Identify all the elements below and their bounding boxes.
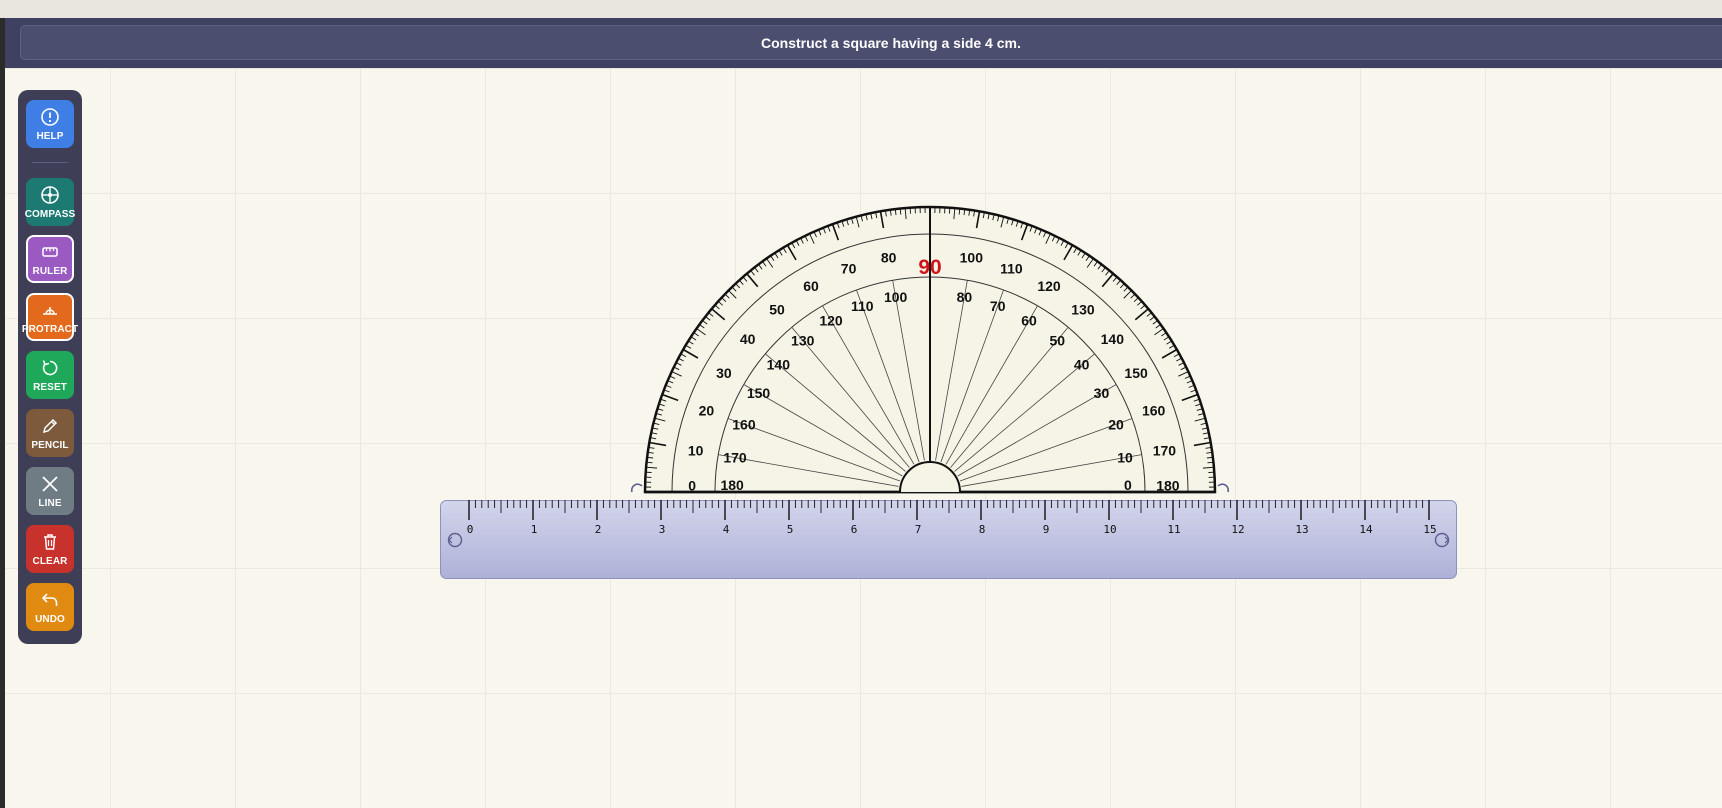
ruler-cm-label: 14 bbox=[1359, 523, 1373, 536]
ruler-button[interactable]: RULER bbox=[26, 235, 74, 283]
protractor-inner-label: 110 bbox=[851, 298, 874, 314]
undo-button[interactable]: UNDO bbox=[26, 583, 74, 631]
clear-button[interactable]: CLEAR bbox=[26, 525, 74, 573]
protractor-inner-label: 80 bbox=[957, 289, 973, 305]
protractor-outer-label: 150 bbox=[1124, 365, 1148, 381]
clear-label: CLEAR bbox=[32, 555, 68, 567]
task-banner: Construct a square having a side 4 cm. bbox=[20, 25, 1722, 60]
protractor-outer-label: 30 bbox=[716, 365, 732, 381]
protractor-tool[interactable]: 01020304050607080 10011012013014015016017… bbox=[630, 200, 1230, 500]
protractor-inner-label: 170 bbox=[723, 450, 747, 466]
ruler-icon bbox=[40, 242, 60, 262]
protractor-inner-label: 160 bbox=[732, 416, 756, 432]
undo-label: UNDO bbox=[35, 613, 65, 625]
ruler-cm-label: 10 bbox=[1103, 523, 1116, 536]
protractor-outer-label: 160 bbox=[1142, 403, 1166, 419]
protractor-outer-label: 70 bbox=[841, 260, 857, 276]
protractor-icon bbox=[40, 300, 60, 320]
line-button[interactable]: LINE bbox=[26, 467, 74, 515]
protractor-tick bbox=[958, 208, 961, 215]
protractor-inner-label: 180 bbox=[720, 477, 744, 493]
protractor-outer-label: 80 bbox=[881, 250, 897, 266]
protractor-tick bbox=[646, 461, 653, 464]
ruler-body bbox=[440, 500, 1457, 579]
protractor-outer-label: 20 bbox=[699, 403, 715, 419]
ruler-tool[interactable]: 0 1 2 3 4 5 6 7 8 9 10 11 12 13 14 15 bbox=[440, 500, 1457, 579]
protractor-inner-label: 0 bbox=[1124, 477, 1132, 493]
tool-sidebar: HELP COMPASS RULER PROTRACT RESET PENCIL bbox=[18, 90, 82, 644]
protractor-inner-label: 140 bbox=[767, 357, 791, 373]
ruler-cm-label: 1 bbox=[531, 523, 538, 536]
line-icon bbox=[40, 474, 60, 494]
trash-icon bbox=[40, 532, 60, 552]
ruler-cm-label: 4 bbox=[723, 523, 730, 536]
protractor-inner-label: 30 bbox=[1094, 385, 1110, 401]
protractor-outer-label: 130 bbox=[1071, 302, 1095, 318]
ruler-cm-label: 3 bbox=[659, 523, 666, 536]
ruler-cm-label: 2 bbox=[595, 523, 602, 536]
undo-icon bbox=[40, 590, 60, 610]
reset-icon bbox=[40, 358, 60, 378]
protractor-outer-label: 60 bbox=[803, 278, 819, 294]
toolbar-divider bbox=[32, 162, 68, 163]
protractor-outer-label: 180 bbox=[1156, 477, 1180, 493]
protractor-inner-label: 20 bbox=[1108, 416, 1124, 432]
header-bar: Construct a square having a side 4 cm. bbox=[5, 18, 1722, 68]
protractor-right-handle bbox=[1217, 483, 1230, 493]
ruler-cm-label: 0 bbox=[467, 523, 474, 536]
pencil-button[interactable]: PENCIL bbox=[26, 409, 74, 457]
protractor-inner-label: 50 bbox=[1049, 332, 1065, 348]
ruler-cm-label: 9 bbox=[1043, 523, 1050, 536]
help-label: HELP bbox=[36, 130, 64, 142]
compass-button[interactable]: COMPASS bbox=[24, 178, 76, 226]
pencil-label: PENCIL bbox=[31, 439, 69, 451]
task-text: Construct a square having a side 4 cm. bbox=[761, 34, 1021, 51]
protractor-inner-label: 120 bbox=[819, 313, 843, 329]
ruler-cm-label: 6 bbox=[851, 523, 858, 536]
protractor-outer-label: 170 bbox=[1153, 443, 1177, 459]
reset-label: RESET bbox=[33, 381, 67, 393]
ruler-cm-label: 15 bbox=[1423, 523, 1436, 536]
protractor-inner-label: 10 bbox=[1117, 450, 1133, 466]
line-label: LINE bbox=[38, 497, 62, 509]
ruler-cm-label: 13 bbox=[1295, 523, 1308, 536]
protractor-inner-label: 130 bbox=[791, 332, 815, 348]
compass-icon bbox=[40, 185, 60, 205]
window-top-strip bbox=[0, 0, 1722, 18]
ruler-cm-label: 8 bbox=[979, 523, 986, 536]
protractor-inner-label: 60 bbox=[1021, 313, 1037, 329]
protractor-outer-label: 120 bbox=[1037, 278, 1061, 294]
pencil-icon bbox=[40, 416, 60, 436]
help-button[interactable]: HELP bbox=[26, 100, 74, 148]
protractor-tick bbox=[899, 208, 902, 215]
reset-button[interactable]: RESET bbox=[26, 351, 74, 399]
protractor-button[interactable]: PROTRACT bbox=[22, 293, 78, 341]
protractor-outer-label: 10 bbox=[688, 443, 704, 459]
protractor-inner-label: 150 bbox=[747, 385, 771, 401]
ruler-cm-label: 11 bbox=[1167, 523, 1180, 536]
protractor-outer-label: 140 bbox=[1101, 331, 1125, 347]
ruler-cm-label: 5 bbox=[787, 523, 794, 536]
protractor-90-highlight: 90 bbox=[918, 256, 941, 279]
protractor-outer-label: 100 bbox=[960, 250, 984, 266]
protractor-label: PROTRACT bbox=[21, 323, 79, 335]
ruler-cm-label: 12 bbox=[1231, 523, 1244, 536]
compass-label: COMPASS bbox=[24, 208, 76, 220]
protractor-outer-label: 50 bbox=[769, 302, 785, 318]
protractor-left-handle bbox=[630, 483, 643, 493]
protractor-outer-label: 40 bbox=[740, 331, 756, 347]
help-icon bbox=[40, 107, 60, 127]
protractor-inner-label: 40 bbox=[1074, 357, 1090, 373]
protractor-tick bbox=[1207, 461, 1214, 464]
ruler-label: RULER bbox=[32, 265, 68, 277]
ruler-cm-label: 7 bbox=[915, 523, 922, 536]
protractor-outer-label: 110 bbox=[1000, 260, 1023, 276]
protractor-outer-label: 0 bbox=[688, 477, 696, 493]
protractor-inner-label: 100 bbox=[884, 289, 908, 305]
protractor-inner-label: 70 bbox=[990, 298, 1006, 314]
